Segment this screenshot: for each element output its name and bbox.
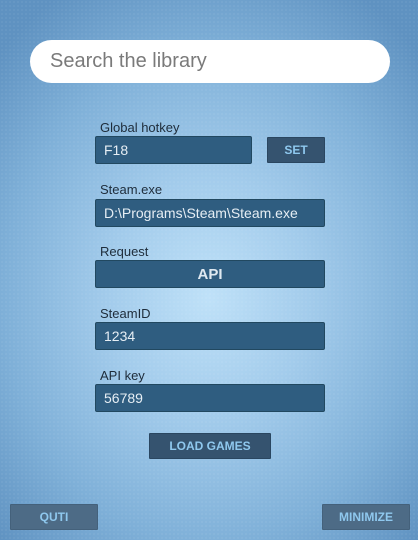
steam-exe-path-field[interactable]: D:\Programs\Steam\Steam.exe — [95, 199, 325, 227]
request-label: Request — [100, 244, 149, 259]
hotkey-field[interactable]: F18 — [95, 136, 252, 164]
set-hotkey-button[interactable]: SET — [267, 137, 325, 163]
request-selector[interactable]: API — [95, 260, 325, 288]
steam-exe-label: Steam.exe — [100, 182, 163, 197]
hotkey-label: Global hotkey — [100, 120, 180, 135]
search-input[interactable] — [50, 40, 370, 83]
steam-id-field[interactable]: 1234 — [95, 322, 325, 350]
api-key-label: API key — [100, 368, 145, 383]
search-bar[interactable] — [30, 40, 390, 83]
load-games-button[interactable]: LOAD GAMES — [149, 433, 271, 459]
quit-button[interactable]: QUTI — [10, 504, 98, 530]
minimize-button[interactable]: MINIMIZE — [322, 504, 410, 530]
steam-id-label: SteamID — [100, 306, 151, 321]
api-key-field[interactable]: 56789 — [95, 384, 325, 412]
